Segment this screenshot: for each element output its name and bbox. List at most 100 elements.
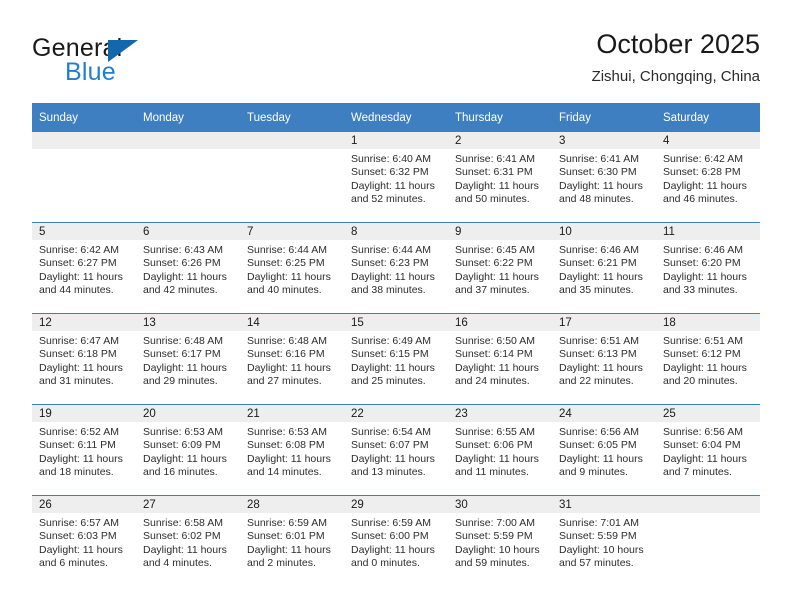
calendar-day[interactable]: 20 Sunrise: 6:53 AM Sunset: 6:09 PM Dayligh… (136, 405, 240, 495)
calendar-cell: 21 Sunrise: 6:53 AM Sunset: 6:08 PM Dayligh… (240, 404, 344, 496)
calendar-cell: 27 Sunrise: 6:58 AM Sunset: 6:02 PM Dayligh… (136, 495, 240, 586)
calendar-day[interactable]: 11 Sunrise: 6:46 AM Sunset: 6:20 PM Dayligh… (656, 223, 760, 313)
day-daylight-line2-text: and 50 minutes. (455, 193, 530, 206)
day-number: 17 (552, 314, 656, 331)
calendar-day[interactable]: 26 Sunrise: 6:57 AM Sunset: 6:03 PM Dayligh… (32, 496, 136, 586)
calendar-week-row: 19 Sunrise: 6:52 AM Sunset: 6:11 PM Dayligh… (32, 404, 760, 496)
page-title: October 2025 (596, 29, 760, 59)
calendar-day[interactable]: 22 Sunrise: 6:54 AM Sunset: 6:07 PM Dayligh… (344, 405, 448, 495)
day-details: Sunrise: 6:48 AM Sunset: 6:17 PM Daylight:… (136, 331, 240, 389)
day-details: Sunrise: 6:47 AM Sunset: 6:18 PM Daylight:… (32, 331, 136, 389)
calendar-day[interactable]: 17 Sunrise: 6:51 AM Sunset: 6:13 PM Dayligh… (552, 314, 656, 404)
day-daylight-line1-text: Daylight: 11 hours (351, 179, 435, 192)
day-sunrise-text: Sunrise: 6:46 AM (559, 244, 639, 256)
calendar-day[interactable]: 1 Sunrise: 6:40 AM Sunset: 6:32 PM Daylight… (344, 132, 448, 222)
calendar-body: 1 Sunrise: 6:40 AM Sunset: 6:32 PM Daylight… (32, 132, 760, 586)
day-sunrise-text: Sunrise: 6:57 AM (39, 517, 119, 529)
day-details: Sunrise: 6:40 AM Sunset: 6:32 PM Daylight:… (344, 149, 448, 207)
day-daylight-line2-text: and 6 minutes. (39, 557, 108, 570)
calendar-day[interactable]: 23 Sunrise: 6:55 AM Sunset: 6:06 PM Dayligh… (448, 405, 552, 495)
day-number: 28 (240, 496, 344, 513)
day-number: 27 (136, 496, 240, 513)
calendar-day[interactable]: 18 Sunrise: 6:51 AM Sunset: 6:12 PM Dayligh… (656, 314, 760, 404)
day-details: Sunrise: 6:53 AM Sunset: 6:08 PM Daylight:… (240, 422, 344, 480)
calendar-day[interactable]: 4 Sunrise: 6:42 AM Sunset: 6:28 PM Daylight… (656, 132, 760, 222)
day-details: Sunrise: 6:52 AM Sunset: 6:11 PM Daylight:… (32, 422, 136, 480)
calendar-day[interactable]: 8 Sunrise: 6:44 AM Sunset: 6:23 PM Daylight… (344, 223, 448, 313)
day-number (240, 132, 344, 149)
calendar-page: General Blue October 2025 Zishui, Chongq… (0, 0, 792, 612)
calendar-cell: 15 Sunrise: 6:49 AM Sunset: 6:15 PM Dayligh… (344, 313, 448, 405)
day-details: Sunrise: 6:48 AM Sunset: 6:16 PM Daylight:… (240, 331, 344, 389)
day-number: 10 (552, 223, 656, 240)
day-sunset-text: Sunset: 6:28 PM (663, 166, 741, 179)
calendar-day[interactable]: 30 Sunrise: 7:00 AM Sunset: 5:59 PM Dayligh… (448, 496, 552, 586)
day-number: 12 (32, 314, 136, 331)
day-number: 11 (656, 223, 760, 240)
day-daylight-line2-text: and 22 minutes. (559, 375, 634, 388)
day-number: 22 (344, 405, 448, 422)
day-details: Sunrise: 6:45 AM Sunset: 6:22 PM Daylight:… (448, 240, 552, 298)
weekday-header-saturday: Saturday (656, 103, 760, 132)
day-daylight-line1-text: Daylight: 11 hours (455, 179, 539, 192)
day-daylight-line1-text: Daylight: 11 hours (559, 361, 643, 374)
calendar-day[interactable]: 15 Sunrise: 6:49 AM Sunset: 6:15 PM Dayligh… (344, 314, 448, 404)
day-number: 26 (32, 496, 136, 513)
weekday-header-row: Sunday Monday Tuesday Wednesday Thursday… (32, 103, 760, 132)
calendar-day[interactable]: 29 Sunrise: 6:59 AM Sunset: 6:00 PM Dayligh… (344, 496, 448, 586)
calendar-day[interactable]: 21 Sunrise: 6:53 AM Sunset: 6:08 PM Dayligh… (240, 405, 344, 495)
day-daylight-line2-text: and 42 minutes. (143, 284, 218, 297)
day-daylight-line2-text: and 38 minutes. (351, 284, 426, 297)
calendar-week-row: 1 Sunrise: 6:40 AM Sunset: 6:32 PM Daylight… (32, 132, 760, 223)
calendar-week-row: 5 Sunrise: 6:42 AM Sunset: 6:27 PM Daylight… (32, 222, 760, 314)
day-sunset-text: Sunset: 6:27 PM (39, 257, 117, 270)
weekday-header-wednesday: Wednesday (344, 103, 448, 132)
day-sunrise-text: Sunrise: 6:45 AM (455, 244, 535, 256)
day-number: 9 (448, 223, 552, 240)
calendar-day[interactable]: 2 Sunrise: 6:41 AM Sunset: 6:31 PM Daylight… (448, 132, 552, 222)
calendar-cell: 22 Sunrise: 6:54 AM Sunset: 6:07 PM Dayligh… (344, 404, 448, 496)
day-daylight-line2-text: and 13 minutes. (351, 466, 426, 479)
day-sunset-text: Sunset: 5:59 PM (559, 530, 637, 543)
calendar-day[interactable]: 24 Sunrise: 6:56 AM Sunset: 6:05 PM Dayligh… (552, 405, 656, 495)
calendar-cell (136, 132, 240, 223)
day-daylight-line2-text: and 18 minutes. (39, 466, 114, 479)
calendar-day[interactable]: 16 Sunrise: 6:50 AM Sunset: 6:14 PM Dayligh… (448, 314, 552, 404)
calendar-day[interactable]: 7 Sunrise: 6:44 AM Sunset: 6:25 PM Daylight… (240, 223, 344, 313)
calendar-day[interactable]: 6 Sunrise: 6:43 AM Sunset: 6:26 PM Daylight… (136, 223, 240, 313)
calendar-cell: 5 Sunrise: 6:42 AM Sunset: 6:27 PM Daylight… (32, 222, 136, 314)
day-sunrise-text: Sunrise: 6:50 AM (455, 335, 535, 347)
calendar-day[interactable]: 27 Sunrise: 6:58 AM Sunset: 6:02 PM Dayligh… (136, 496, 240, 586)
day-daylight-line1-text: Daylight: 11 hours (247, 270, 331, 283)
day-number: 18 (656, 314, 760, 331)
calendar-day[interactable]: 9 Sunrise: 6:45 AM Sunset: 6:22 PM Daylight… (448, 223, 552, 313)
day-daylight-line2-text: and 48 minutes. (559, 193, 634, 206)
calendar-day[interactable]: 25 Sunrise: 6:56 AM Sunset: 6:04 PM Dayligh… (656, 405, 760, 495)
page-header: General Blue October 2025 Zishui, Chongq… (32, 28, 760, 94)
day-number: 8 (344, 223, 448, 240)
calendar-day-empty (240, 132, 344, 222)
calendar-day[interactable]: 3 Sunrise: 6:41 AM Sunset: 6:30 PM Daylight… (552, 132, 656, 222)
calendar-cell: 19 Sunrise: 6:52 AM Sunset: 6:11 PM Dayligh… (32, 404, 136, 496)
calendar-cell: 26 Sunrise: 6:57 AM Sunset: 6:03 PM Dayligh… (32, 495, 136, 586)
calendar-day[interactable]: 12 Sunrise: 6:47 AM Sunset: 6:18 PM Dayligh… (32, 314, 136, 404)
day-number (32, 132, 136, 149)
day-details: Sunrise: 6:41 AM Sunset: 6:31 PM Daylight:… (448, 149, 552, 207)
calendar-day[interactable]: 19 Sunrise: 6:52 AM Sunset: 6:11 PM Dayligh… (32, 405, 136, 495)
calendar-day[interactable]: 13 Sunrise: 6:48 AM Sunset: 6:17 PM Dayligh… (136, 314, 240, 404)
calendar-day[interactable]: 10 Sunrise: 6:46 AM Sunset: 6:21 PM Dayligh… (552, 223, 656, 313)
day-daylight-line1-text: Daylight: 11 hours (39, 361, 123, 374)
day-sunset-text: Sunset: 6:09 PM (143, 439, 221, 452)
calendar-cell: 25 Sunrise: 6:56 AM Sunset: 6:04 PM Dayligh… (656, 404, 760, 496)
day-sunset-text: Sunset: 6:01 PM (247, 530, 325, 543)
day-sunset-text: Sunset: 6:31 PM (455, 166, 533, 179)
day-daylight-line1-text: Daylight: 11 hours (663, 452, 747, 465)
day-daylight-line2-text: and 37 minutes. (455, 284, 530, 297)
calendar-day[interactable]: 31 Sunrise: 7:01 AM Sunset: 5:59 PM Dayligh… (552, 496, 656, 586)
calendar-day[interactable]: 5 Sunrise: 6:42 AM Sunset: 6:27 PM Daylight… (32, 223, 136, 313)
day-sunset-text: Sunset: 6:07 PM (351, 439, 429, 452)
calendar-day[interactable]: 14 Sunrise: 6:48 AM Sunset: 6:16 PM Dayligh… (240, 314, 344, 404)
day-daylight-line1-text: Daylight: 11 hours (247, 543, 331, 556)
calendar-day[interactable]: 28 Sunrise: 6:59 AM Sunset: 6:01 PM Dayligh… (240, 496, 344, 586)
day-sunrise-text: Sunrise: 6:42 AM (39, 244, 119, 256)
